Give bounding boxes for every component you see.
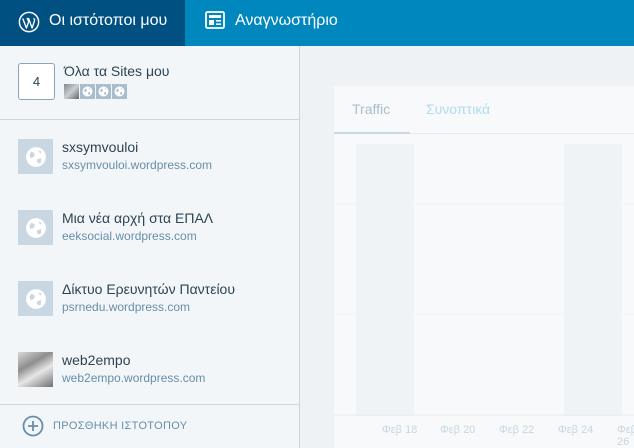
add-site-button[interactable]: ΠΡΟΣΘΗΚΗ ΙΣΤΟΤΟΠΟΥ xyxy=(0,404,299,448)
site-icons-strip xyxy=(64,84,127,99)
site-url: eeksocial.wordpress.com xyxy=(62,229,197,243)
x-axis-label: Φεβ 24 xyxy=(558,424,594,436)
site-item-psrnedu[interactable]: Δίκτυο Ερευνητών Παντείου psrnedu.wordpr… xyxy=(0,281,299,351)
globe-icon xyxy=(18,210,53,245)
x-axis-label: Φεβ 22 xyxy=(499,424,535,436)
photo-thumbnail-icon xyxy=(18,352,53,387)
my-sites-button[interactable]: Οι ιστότοποι μου xyxy=(0,0,185,46)
stats-tabs: Traffic Συνοπτικά xyxy=(334,86,634,134)
site-name: Δίκτυο Ερευνητών Παντείου xyxy=(62,281,235,297)
x-axis-label: Φεβ 26 xyxy=(617,424,634,448)
site-url: psrnedu.wordpress.com xyxy=(62,300,191,314)
site-item-sxsymvouloi[interactable]: sxsymvouloi sxsymvouloi.wordpress.com xyxy=(0,139,299,209)
x-axis-label: Φεβ 20 xyxy=(440,424,476,436)
all-my-sites-item[interactable]: 4 Όλα τα Sites μου xyxy=(0,46,299,120)
photo-thumbnail-icon xyxy=(64,84,79,99)
globe-icon xyxy=(18,139,53,174)
site-url: web2empo.wordpress.com xyxy=(62,371,206,385)
site-name: Μια νέα αρχή στα ΕΠΑΛ xyxy=(62,210,214,226)
site-name: sxsymvouloi xyxy=(62,139,139,155)
reader-icon xyxy=(205,11,225,29)
site-name: web2empo xyxy=(62,352,131,368)
x-axis-labels: Φεβ 18 Φεβ 20 Φεβ 22 Φεβ 24 Φεβ 26 xyxy=(334,424,634,448)
stats-chart-placeholder xyxy=(334,144,634,416)
active-tab-indicator xyxy=(334,132,410,134)
stats-main: Traffic Συνοπτικά Φεβ 18 Φεβ 20 Φεβ 22 Φ… xyxy=(300,46,634,448)
plus-circle-icon xyxy=(22,415,44,437)
add-site-label: ΠΡΟΣΘΗΚΗ ΙΣΤΟΤΟΠΟΥ xyxy=(53,420,188,432)
site-item-eeksocial[interactable]: Μια νέα αρχή στα ΕΠΑΛ eeksocial.wordpres… xyxy=(0,210,299,280)
globe-icon xyxy=(96,84,111,99)
site-url: sxsymvouloi.wordpress.com xyxy=(62,158,213,172)
globe-icon xyxy=(112,84,127,99)
reader-button[interactable]: Αναγνωστήριο xyxy=(185,0,365,46)
tab-traffic[interactable]: Traffic xyxy=(352,101,390,117)
wordpress-logo-icon xyxy=(18,11,40,33)
sites-count-badge: 4 xyxy=(18,63,55,100)
my-sites-label: Οι ιστότοποι μου xyxy=(49,12,168,29)
sites-sidebar: 4 Όλα τα Sites μου sxsymvouloi sxsymvoul… xyxy=(0,46,300,448)
stats-card: Traffic Συνοπτικά Φεβ 18 Φεβ 20 Φεβ 22 Φ… xyxy=(334,86,634,448)
masterbar: Οι ιστότοποι μου Αναγνωστήριο xyxy=(0,0,634,46)
globe-icon xyxy=(80,84,95,99)
all-sites-title: Όλα τα Sites μου xyxy=(64,63,170,79)
globe-icon xyxy=(18,281,53,316)
tab-summary[interactable]: Συνοπτικά xyxy=(426,101,490,117)
x-axis-label: Φεβ 18 xyxy=(382,424,418,436)
reader-label: Αναγνωστήριο xyxy=(235,12,338,29)
